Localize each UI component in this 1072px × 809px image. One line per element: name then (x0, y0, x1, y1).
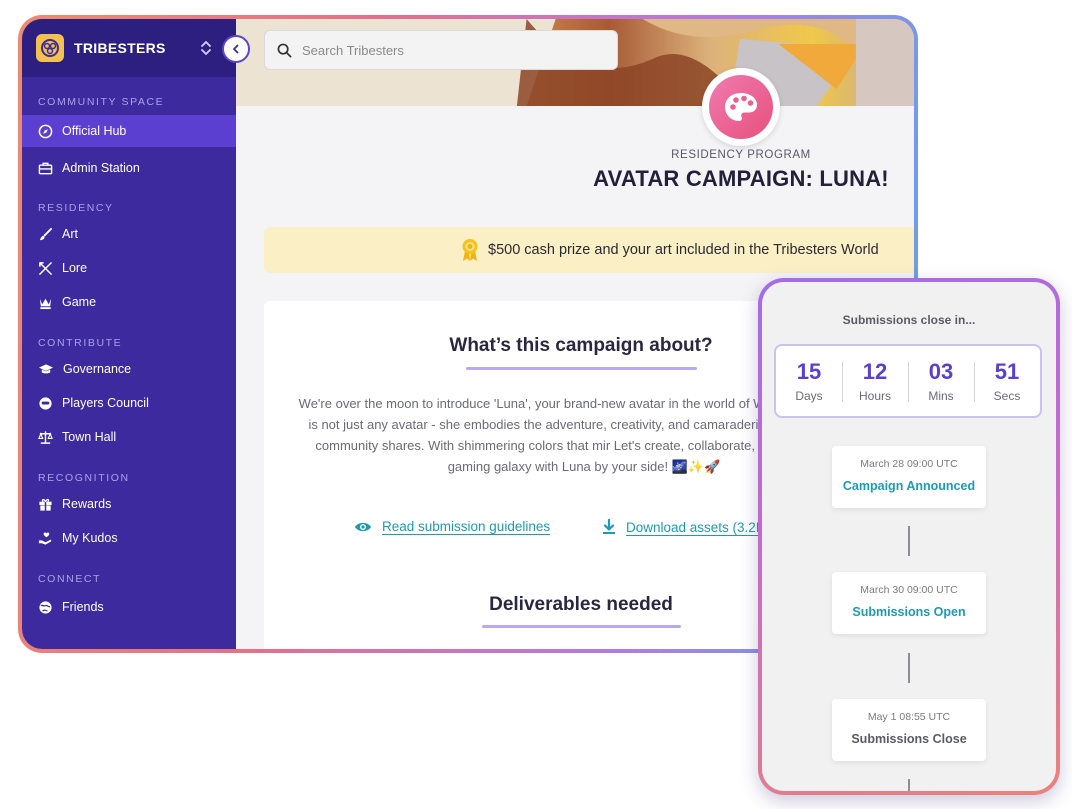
countdown-title: Submissions close in... (842, 313, 976, 327)
countdown-label: Hours (858, 389, 891, 403)
deliverables-heading-underline (482, 625, 681, 628)
countdown-minutes: 03 Mins (908, 359, 974, 403)
guidelines-link[interactable]: Read submission guidelines (354, 519, 550, 534)
sidebar-item-label: My Kudos (62, 531, 118, 545)
prize-text: $500 cash prize and your art included in… (488, 242, 879, 258)
brush-icon (39, 227, 53, 240)
sidebar-item-lore[interactable]: Lore (22, 252, 236, 284)
sidebar-section-connect: CONNECT (38, 573, 102, 585)
brand-name: TRIBESTERS (74, 40, 166, 56)
countdown-value: 12 (862, 359, 888, 384)
eye-icon (355, 522, 371, 531)
timeline-label: Submissions Open (852, 605, 966, 619)
countdown-value: 15 (796, 359, 822, 384)
chess-queen-icon (39, 298, 52, 309)
timeline-connector (908, 526, 910, 556)
award-ribbon-icon (462, 239, 478, 261)
hand-heart-icon (38, 531, 52, 545)
countdown-label: Secs (993, 389, 1021, 403)
sidebar-item-label: Game (62, 295, 97, 309)
timeline-item-submissions-close: May 1 08:55 UTC Submissions Close (832, 699, 986, 761)
download-icon (603, 519, 615, 534)
timeline-item-campaign-announced: March 28 09:00 UTC Campaign Announced (832, 446, 986, 508)
sidebar-item-label: Friends (62, 600, 104, 614)
sidebar-item-rewards[interactable]: Rewards (22, 488, 236, 520)
globe-icon (39, 600, 52, 614)
briefcase-icon (38, 162, 53, 174)
timeline-label: Campaign Announced (842, 479, 976, 493)
sidebar-section-contribute: CONTRIBUTE (38, 337, 123, 349)
countdown-label: Mins (928, 389, 954, 403)
countdown-panel: Submissions close in... 15 Days 12 Hours… (758, 278, 1060, 795)
sidebar-item-art[interactable]: Art (22, 218, 236, 250)
helmet-icon (39, 396, 52, 410)
sidebar: TRIBESTERS COMMUNITY SPACE Official Hub … (22, 19, 236, 649)
campaign-avatar (702, 68, 780, 146)
guidelines-link-label[interactable]: Read submission guidelines (382, 519, 550, 534)
sidebar-item-label: Governance (63, 362, 132, 376)
sidebar-item-label: Art (62, 227, 78, 241)
chevron-left-icon (233, 44, 239, 54)
sidebar-item-label: Lore (62, 261, 88, 275)
compass-icon (38, 124, 53, 138)
search-icon (277, 43, 292, 57)
scales-icon (38, 430, 53, 444)
countdown-value: 51 (994, 359, 1020, 384)
countdown-panel-inner: Submissions close in... 15 Days 12 Hours… (762, 282, 1056, 791)
sidebar-item-label: Rewards (62, 497, 112, 511)
timeline-connector (908, 779, 910, 791)
countdown-label: Days (795, 389, 823, 403)
countdown-value: 03 (928, 359, 954, 384)
download-assets-link[interactable]: Download assets (3.2MB) (602, 519, 781, 535)
sidebar-section-residency: RESIDENCY (38, 202, 114, 214)
countdown-timer: 15 Days 12 Hours 03 Mins 51 Secs (774, 344, 1042, 418)
palette-icon (709, 75, 773, 139)
countdown-seconds: 51 Secs (974, 359, 1040, 403)
sidebar-item-governance[interactable]: Governance (22, 353, 236, 385)
workspace-switch-icon[interactable] (200, 40, 212, 56)
sidebar-item-town-hall[interactable]: Town Hall (22, 421, 236, 453)
timeline-label: Submissions Close (851, 732, 967, 746)
sidebar-section-recognition: RECOGNITION (38, 472, 130, 484)
timeline-connector (908, 653, 910, 683)
sidebar-item-label: Official Hub (62, 124, 127, 138)
sidebar-item-friends[interactable]: Friends (22, 591, 236, 623)
sidebar-item-players-council[interactable]: Players Council (22, 387, 236, 419)
crossed-tools-icon (39, 261, 52, 275)
prize-banner: $500 cash prize and your art included in… (264, 227, 914, 273)
sidebar-item-my-kudos[interactable]: My Kudos (22, 522, 236, 554)
countdown-hours: 12 Hours (842, 359, 908, 403)
screenshot-stage: TRIBESTERS COMMUNITY SPACE Official Hub … (0, 0, 1072, 809)
sidebar-header: TRIBESTERS (22, 19, 236, 77)
sidebar-item-game[interactable]: Game (22, 286, 236, 318)
timeline-date: March 30 09:00 UTC (860, 584, 958, 596)
tribesters-logo-icon[interactable] (36, 34, 64, 62)
timeline-item-submissions-open: March 30 09:00 UTC Submissions Open (832, 572, 986, 634)
timeline-date: March 28 09:00 UTC (860, 458, 958, 470)
graduation-cap-icon (38, 363, 54, 373)
sidebar-item-label: Town Hall (62, 430, 117, 444)
page-title: AVATAR CAMPAIGN: LUNA! (593, 166, 889, 191)
timeline-date: May 1 08:55 UTC (867, 711, 951, 723)
gift-icon (39, 498, 52, 511)
sidebar-item-official-hub[interactable]: Official Hub (22, 115, 236, 147)
sidebar-item-label: Players Council (62, 396, 149, 410)
sidebar-section-community-space: COMMUNITY SPACE (38, 96, 165, 108)
countdown-days: 15 Days (776, 359, 842, 403)
sidebar-item-admin-station[interactable]: Admin Station (22, 152, 236, 184)
search-input[interactable] (302, 42, 592, 58)
sidebar-item-label: Admin Station (62, 161, 140, 175)
about-heading-underline (466, 367, 697, 370)
search-bar[interactable] (264, 30, 618, 70)
collapse-sidebar-button[interactable] (222, 35, 250, 63)
program-kicker: RESIDENCY PROGRAM (671, 149, 811, 161)
